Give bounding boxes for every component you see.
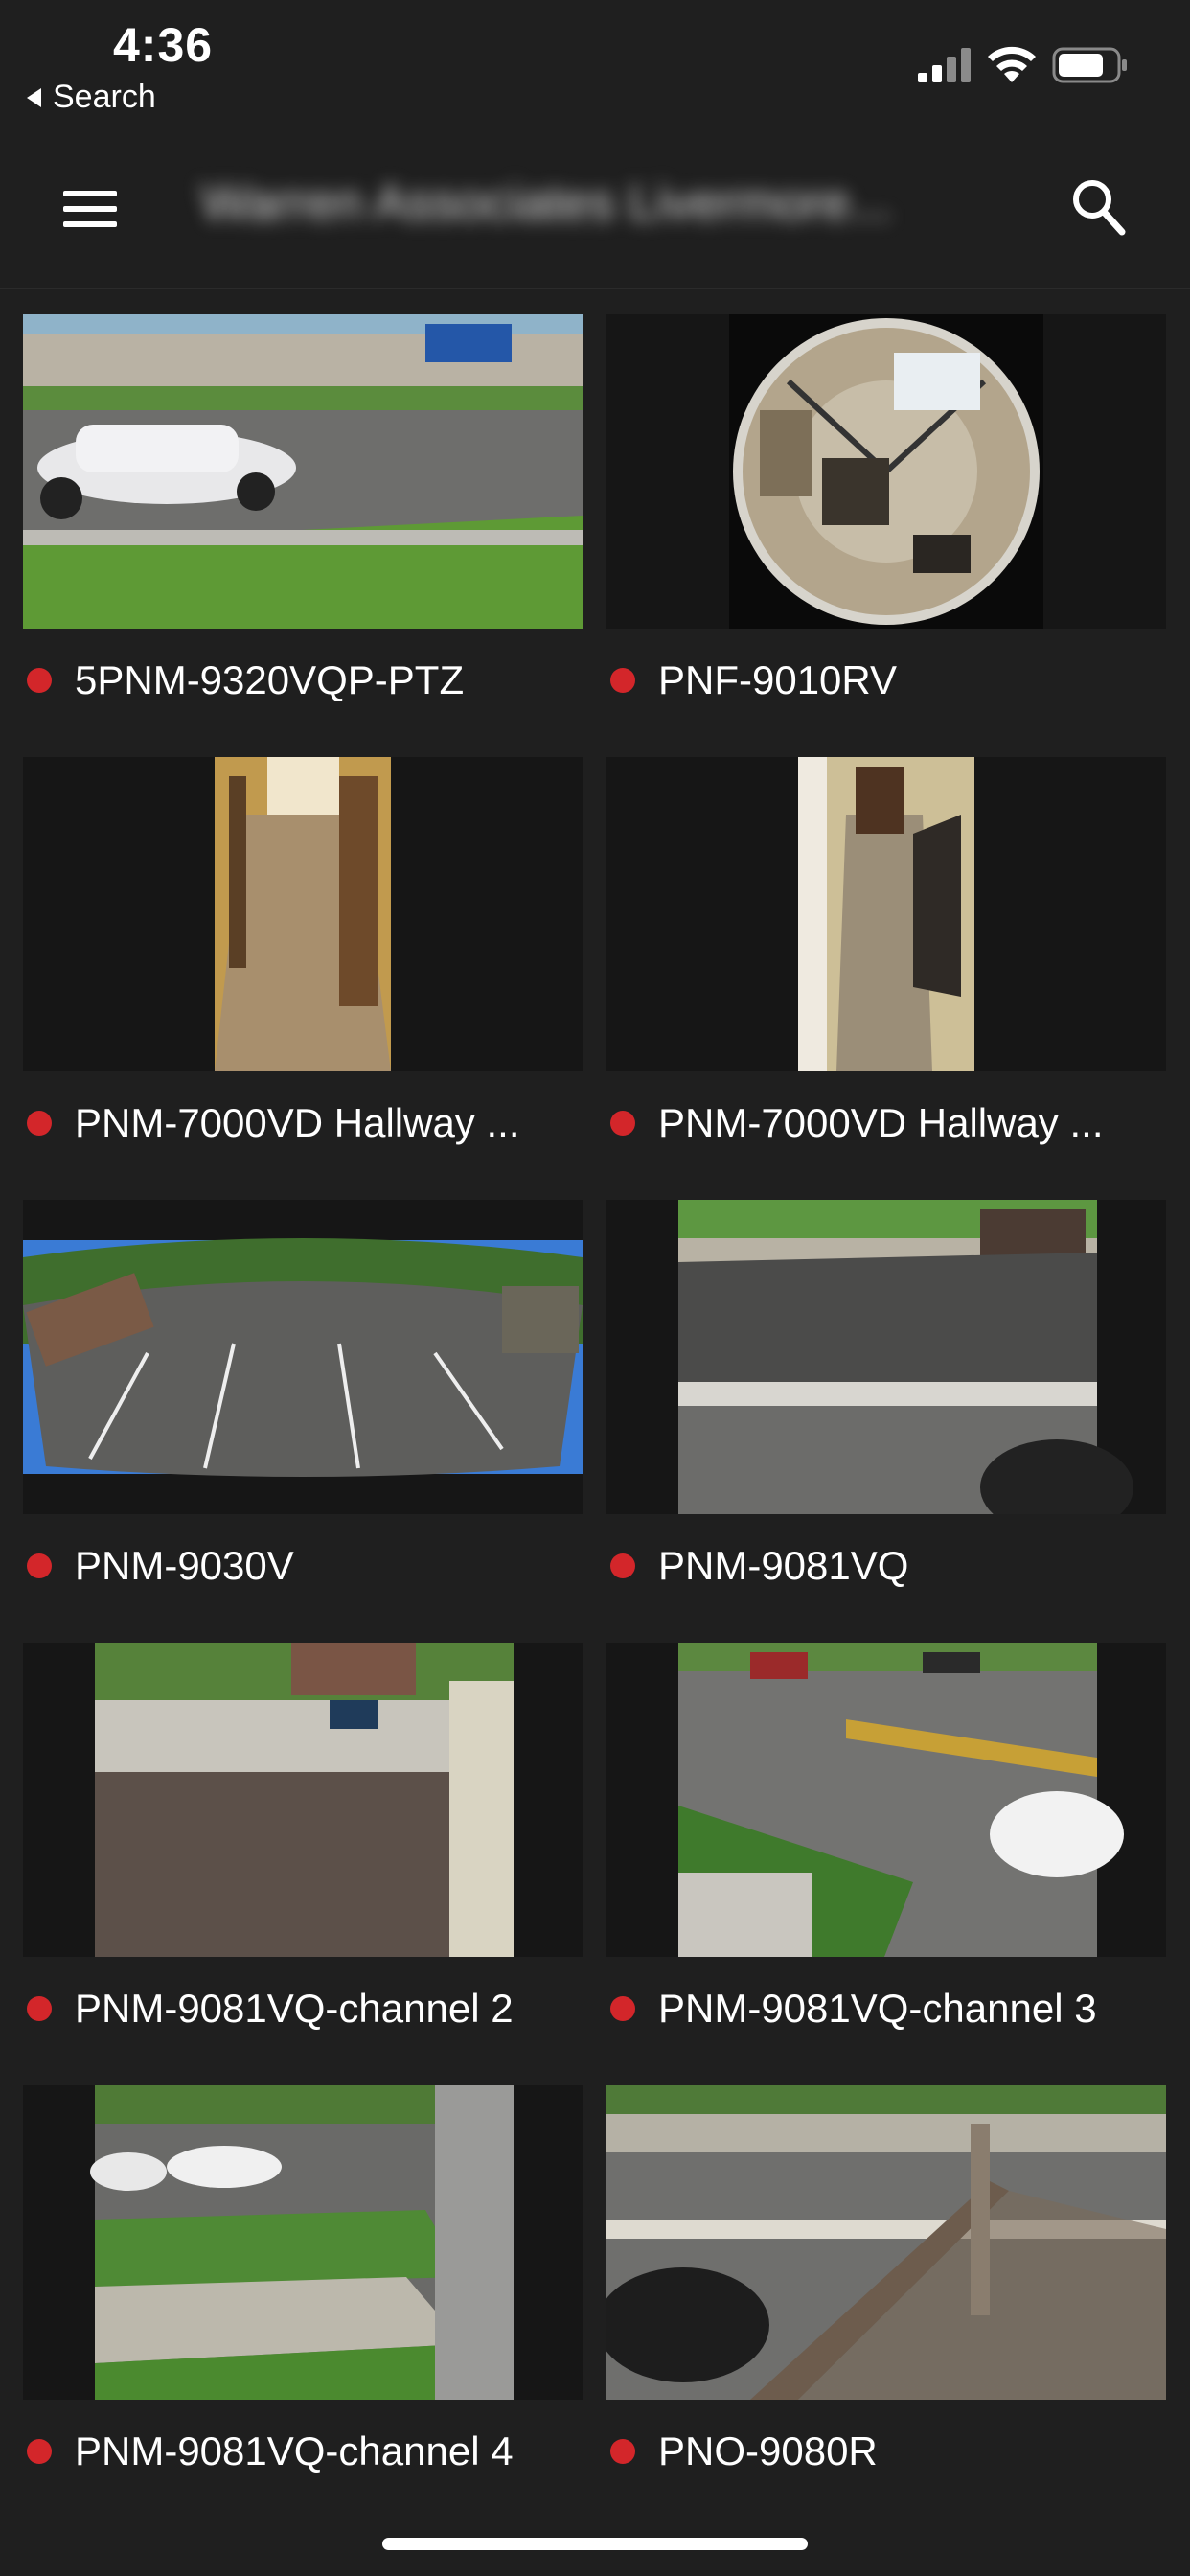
camera-thumbnail[interactable] [23, 314, 583, 629]
camera-name: PNO-9080R [658, 2428, 878, 2473]
home-indicator[interactable] [382, 2538, 808, 2550]
status-dot-icon [27, 2439, 52, 2464]
camera-thumbnail[interactable] [23, 757, 583, 1071]
camera-label: PNO-9080R [606, 2423, 1181, 2480]
camera-thumbnail[interactable] [23, 1643, 583, 1957]
camera-label: PNM-9081VQ-channel 2 [23, 1980, 598, 2037]
status-dot-icon [610, 2439, 635, 2464]
cellular-signal-icon [918, 48, 971, 82]
camera-thumbnail[interactable] [606, 1643, 1166, 1957]
search-icon[interactable] [1069, 176, 1127, 240]
back-triangle-icon [27, 87, 41, 107]
status-dot-icon [27, 1996, 52, 2021]
status-time: 4:36 [113, 18, 214, 72]
camera-thumbnail[interactable] [23, 1200, 583, 1514]
wifi-icon [988, 46, 1036, 82]
status-dot-icon [27, 1111, 52, 1136]
camera-name: PNM-9081VQ [658, 1543, 909, 1588]
camera-name: PNM-9081VQ-channel 2 [75, 1986, 514, 2031]
status-bar: 4:36 Search [0, 0, 1190, 134]
camera-name: 5PNM-9320VQP-PTZ [75, 657, 465, 702]
camera-name: PNM-9081VQ-channel 3 [658, 1986, 1097, 2031]
camera-thumbnail[interactable] [606, 314, 1166, 629]
camera-label: 5PNM-9320VQP-PTZ [23, 652, 598, 709]
back-to-search-link[interactable]: Search [27, 79, 156, 116]
camera-thumbnail[interactable] [606, 757, 1166, 1071]
status-dot-icon [610, 1553, 635, 1578]
status-dot-icon [27, 1553, 52, 1578]
status-dot-icon [610, 1111, 635, 1136]
camera-label: PNM-7000VD Hallway ... [606, 1094, 1181, 1152]
camera-label: PNM-9081VQ-channel 3 [606, 1980, 1181, 2037]
status-dot-icon [610, 1996, 635, 2021]
camera-thumbnail[interactable] [606, 1200, 1166, 1514]
back-label: Search [53, 79, 156, 115]
hamburger-menu-icon[interactable] [63, 187, 117, 231]
camera-thumbnail[interactable] [606, 2085, 1166, 2400]
camera-name: PNM-7000VD Hallway ... [658, 1100, 1104, 1145]
status-dot-icon [610, 668, 635, 693]
camera-label: PNM-9030V [23, 1537, 598, 1595]
camera-label: PNM-9081VQ [606, 1537, 1181, 1595]
camera-thumbnail[interactable] [23, 2085, 583, 2400]
camera-label: PNF-9010RV [606, 652, 1181, 709]
camera-name: PNM-7000VD Hallway ... [75, 1100, 520, 1145]
camera-name: PNM-9081VQ-channel 4 [75, 2428, 514, 2473]
camera-label: PNM-9081VQ-channel 4 [23, 2423, 598, 2480]
battery-icon [1052, 47, 1127, 83]
camera-name: PNF-9010RV [658, 657, 898, 702]
camera-label: PNM-7000VD Hallway ... [23, 1094, 598, 1152]
status-dot-icon [27, 668, 52, 693]
app-header: Warren Associates Livermore... [0, 134, 1190, 289]
site-title: Warren Associates Livermore... [201, 175, 892, 231]
camera-name: PNM-9030V [75, 1543, 294, 1588]
